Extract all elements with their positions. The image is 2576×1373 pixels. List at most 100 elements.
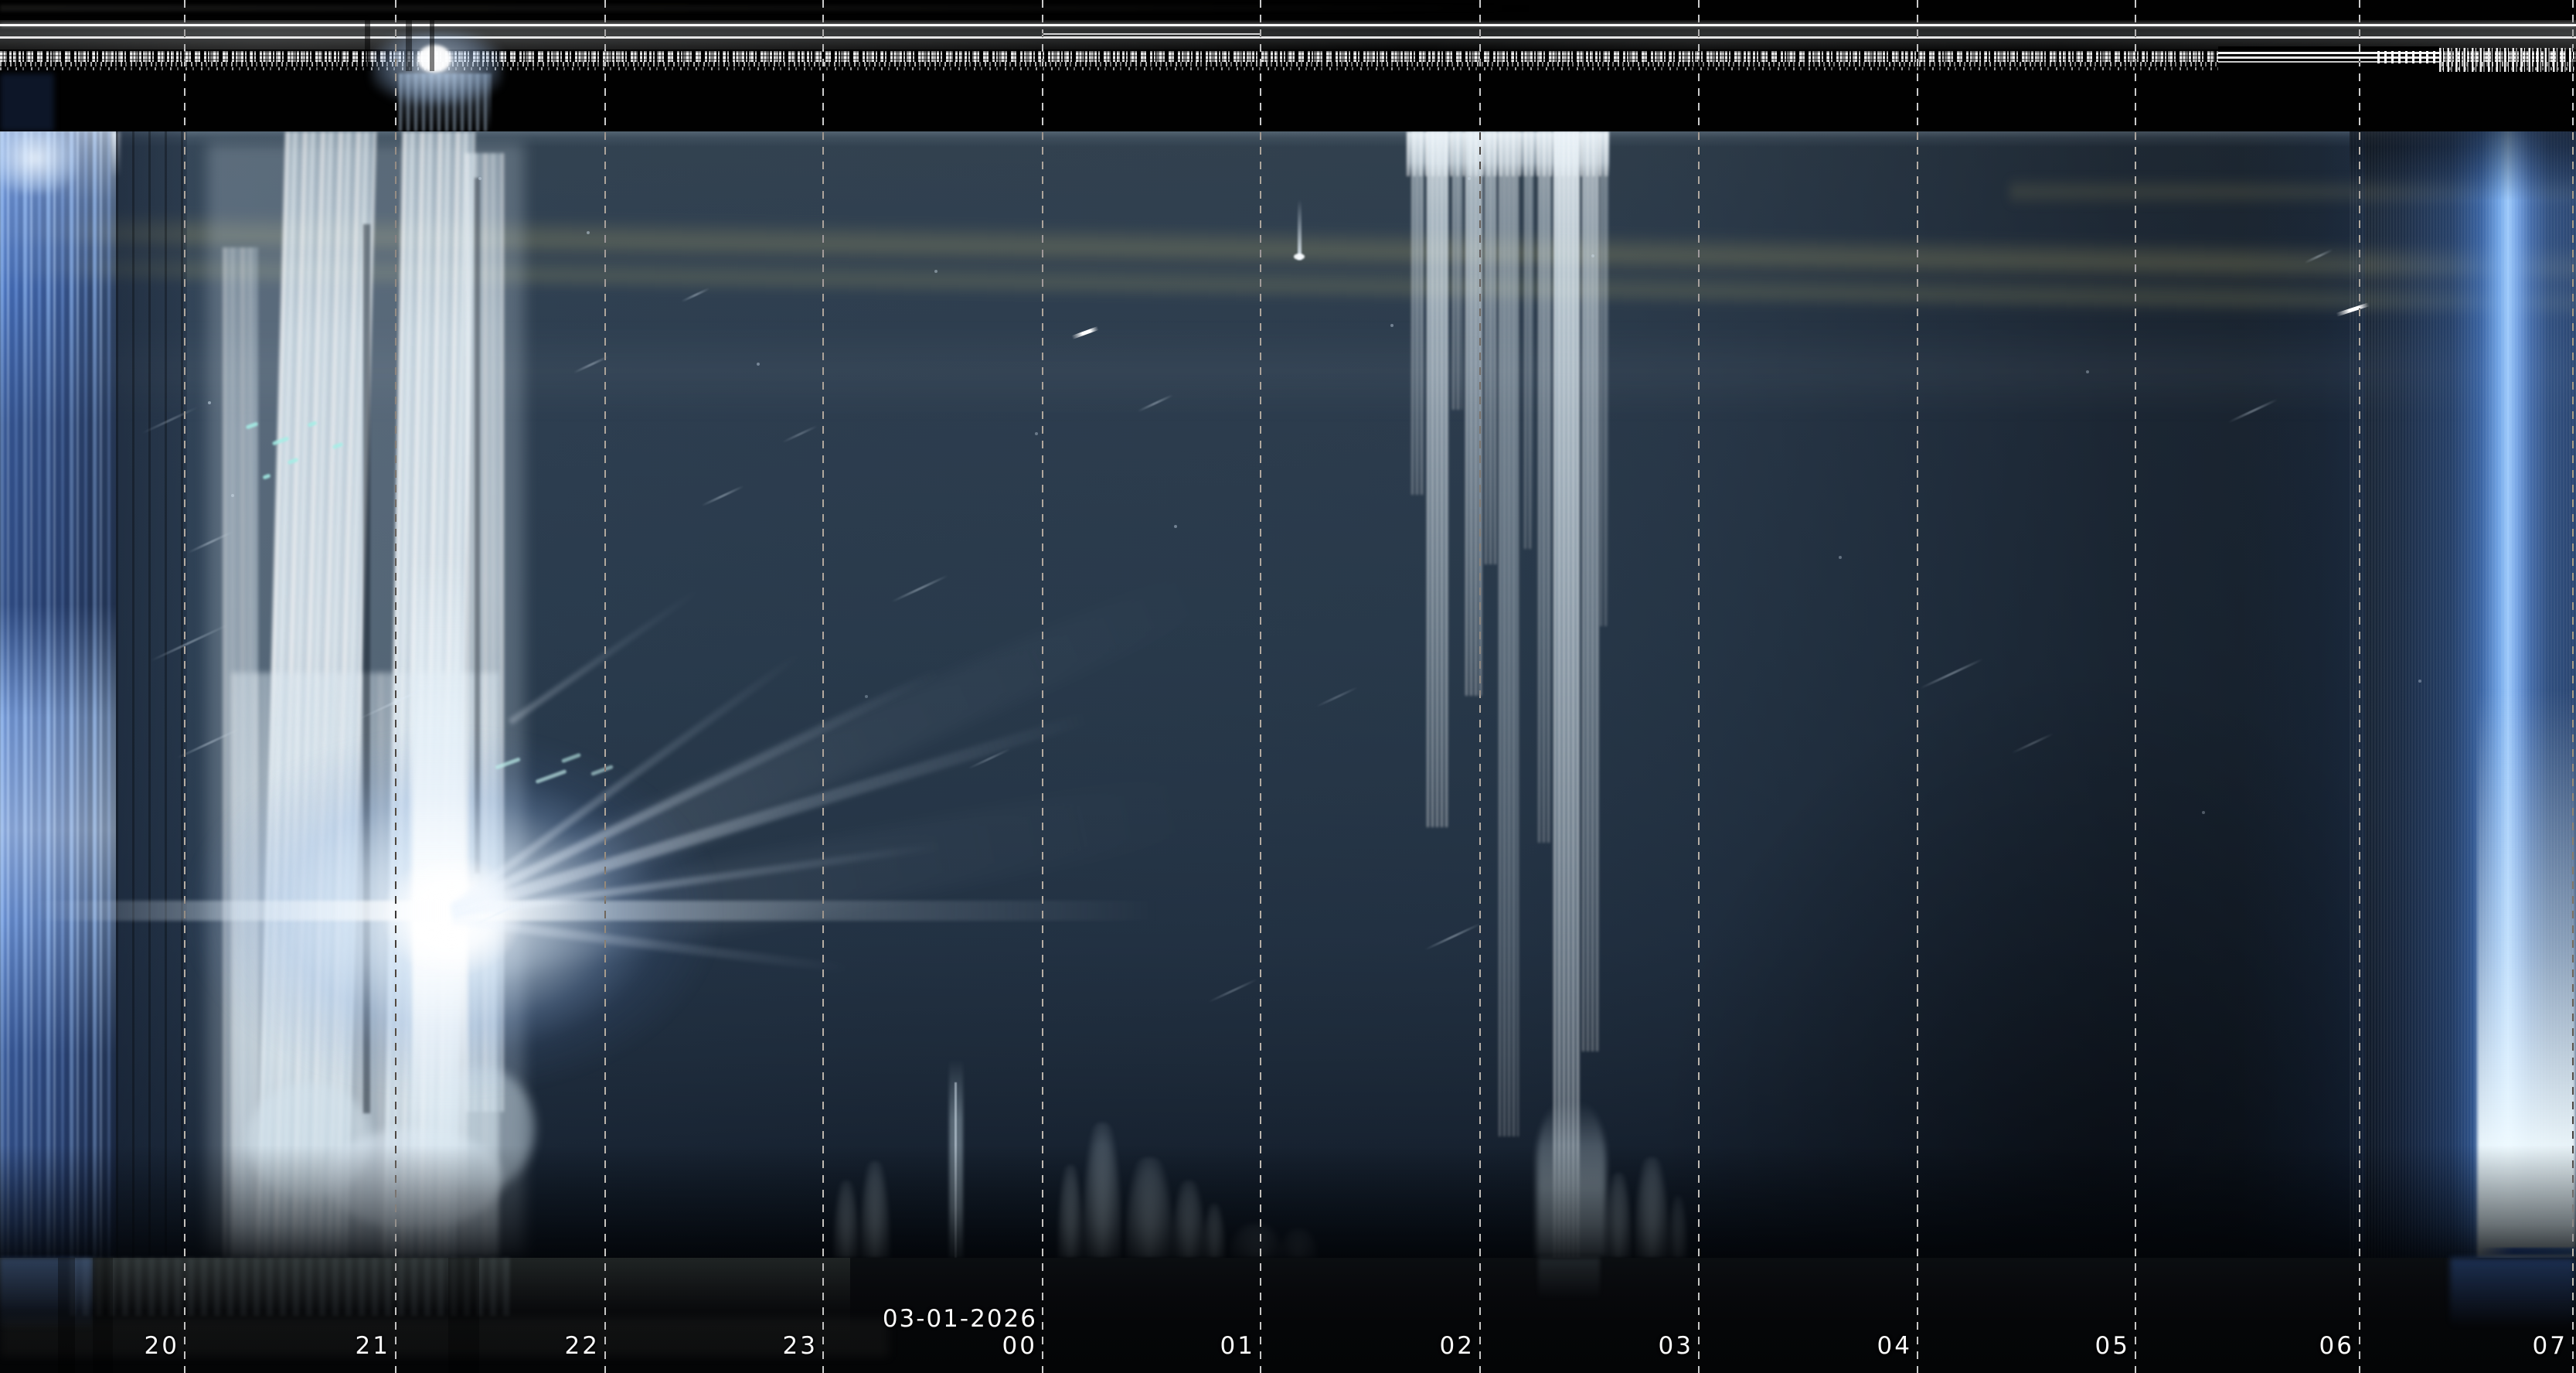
top-faint-streak <box>0 5 2576 12</box>
cloud-bump <box>1082 1123 1122 1258</box>
horizon-haze <box>0 325 2576 417</box>
glare-core <box>380 854 523 978</box>
star-trail <box>1920 658 1984 690</box>
star-trail <box>141 406 199 434</box>
star-trail <box>187 531 233 554</box>
cloud-bump <box>859 1161 890 1258</box>
cloud-streak <box>1553 131 1580 1258</box>
teal-glint <box>561 753 581 764</box>
cloud-streak <box>1465 131 1482 696</box>
curtain-fill <box>232 673 499 1258</box>
bar-noise <box>2439 48 2576 72</box>
cloud-bump <box>1279 1228 1318 1258</box>
axis-hour-label: 00 <box>914 1333 1037 1359</box>
aurora-cap <box>0 131 77 193</box>
axis-hour-label: 01 <box>1131 1333 1255 1359</box>
white-line-extra-segment <box>1042 33 1260 35</box>
cloud-streak <box>1499 131 1519 1136</box>
tick-noise <box>2377 51 2439 63</box>
cloud-bump <box>1172 1181 1206 1258</box>
dim-strip <box>116 131 187 1258</box>
footer-strip: 03-01-2026 202122230001020304050607 <box>0 1258 2576 1373</box>
cloud-bump <box>1604 1173 1632 1258</box>
star-trail <box>1424 922 1482 951</box>
cloud-bump <box>1634 1157 1669 1258</box>
dawn-underglow <box>2450 1258 2576 1327</box>
star-trail <box>2011 732 2054 754</box>
teal-glint <box>495 757 521 769</box>
curtain-curl <box>325 1129 502 1229</box>
light-ray <box>451 842 942 918</box>
dawn-horizon-line <box>2479 1248 2576 1255</box>
star-trail <box>474 901 524 925</box>
curtain-dark-slit <box>363 224 370 1113</box>
lens-flare-horizontal <box>31 901 1159 921</box>
cloud-curtain <box>465 153 504 1112</box>
star-trail <box>2228 398 2278 423</box>
axis-hour-label: 06 <box>2231 1333 2354 1359</box>
aurora-band <box>0 131 116 1258</box>
keogram-body <box>0 131 2576 1258</box>
aurora-leak <box>0 73 54 131</box>
light-ray <box>445 767 1217 983</box>
teal-glint <box>308 421 318 428</box>
curtain-veil <box>207 143 524 1258</box>
dawn-band <box>2350 131 2576 1258</box>
cloud-streak <box>1524 131 1533 549</box>
moon-glare-streaks <box>399 73 492 131</box>
dawn-top-fade <box>2350 131 2576 201</box>
star-trail <box>177 727 241 759</box>
cloud-curtain <box>256 131 376 1258</box>
star-trail <box>1315 686 1359 707</box>
star-trail <box>151 624 229 662</box>
star-dots <box>0 131 2 133</box>
star-trail <box>968 748 1011 769</box>
light-ray <box>451 915 852 973</box>
airglow-band <box>0 247 2576 319</box>
cloud-streak <box>1452 131 1462 410</box>
curtain-curl <box>247 1082 371 1198</box>
airglow-band <box>2009 176 2576 207</box>
teal-glint <box>272 436 289 445</box>
white-line <box>0 24 2576 26</box>
star-trail <box>2304 249 2333 264</box>
streak-foot-glow <box>1536 1102 1606 1258</box>
dawn-core-bright <box>2477 688 2576 1258</box>
body-top-crest <box>0 131 2576 147</box>
header-strip <box>0 0 2576 131</box>
flash-streak <box>1298 199 1302 260</box>
axis-hour-label: 05 <box>2006 1333 2130 1359</box>
flash-head <box>1294 254 1305 260</box>
star-trail <box>681 288 710 303</box>
moon-glare-core <box>417 45 451 73</box>
cloud-streak <box>1600 131 1608 626</box>
cloud-streak <box>1538 131 1551 843</box>
curtain-dark-slit <box>475 178 480 874</box>
glare-column <box>412 549 468 1229</box>
dawn-approach-glow <box>2241 131 2365 1258</box>
cloud-streak <box>1427 131 1448 827</box>
aurora-wisp <box>111 131 121 178</box>
light-ray <box>451 712 1090 918</box>
cloud-bump <box>1057 1165 1084 1258</box>
streak-crest <box>1407 131 1609 176</box>
cloud-bump <box>1125 1157 1174 1258</box>
star-trail <box>891 574 948 603</box>
axis-hour-label: 02 <box>1351 1333 1475 1359</box>
light-ray <box>450 649 805 910</box>
bright-meteor-streak <box>1071 326 1099 339</box>
star-trail <box>1138 394 1174 413</box>
axis-hour-label: 23 <box>694 1333 818 1359</box>
star-trail <box>701 485 744 506</box>
cloud-curtain <box>383 131 475 1258</box>
cloud-wisp <box>949 1059 963 1258</box>
bright-meteor-streak <box>2336 302 2369 316</box>
teal-glint <box>246 421 259 429</box>
cloud-bump <box>833 1181 859 1258</box>
cloud-bump <box>1203 1204 1226 1258</box>
vignette <box>1662 673 2435 1258</box>
streak-ghost <box>1538 1258 1600 1300</box>
star-trail <box>356 680 441 721</box>
axis-hour-label: 22 <box>476 1333 600 1359</box>
teal-glint <box>262 473 271 479</box>
